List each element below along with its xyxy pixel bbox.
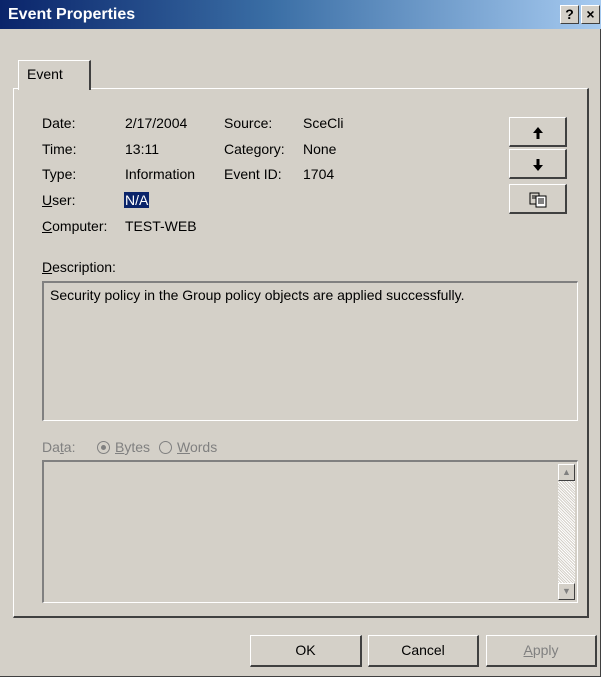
scroll-down-button[interactable]: ▼ bbox=[558, 583, 575, 600]
copy-button[interactable] bbox=[509, 184, 567, 214]
help-button[interactable]: ? bbox=[560, 5, 579, 24]
data-textbox[interactable]: ▲ ▼ bbox=[42, 460, 578, 603]
previous-event-button[interactable] bbox=[509, 117, 567, 147]
user-value[interactable]: N/A bbox=[124, 192, 150, 208]
bytes-radio-label[interactable]: Bytes bbox=[115, 439, 150, 455]
category-value[interactable]: None bbox=[303, 141, 336, 157]
type-value[interactable]: Information bbox=[125, 166, 195, 182]
time-label: Time: bbox=[42, 141, 77, 157]
data-label: Data: bbox=[42, 439, 76, 455]
close-button[interactable]: × bbox=[581, 5, 600, 24]
description-text: Security policy in the Group policy obje… bbox=[50, 287, 465, 303]
category-label: Category: bbox=[224, 141, 285, 157]
source-value[interactable]: SceCli bbox=[303, 115, 343, 131]
scroll-up-button[interactable]: ▲ bbox=[558, 464, 575, 481]
computer-value[interactable]: TEST-WEB bbox=[125, 218, 197, 234]
copy-icon bbox=[529, 192, 546, 208]
tab-event-label: Event bbox=[27, 66, 63, 82]
time-value[interactable]: 13:11 bbox=[125, 141, 159, 157]
date-value[interactable]: 2/17/2004 bbox=[125, 115, 187, 131]
words-radio[interactable] bbox=[159, 441, 172, 454]
title-bar[interactable]: Event Properties ? × bbox=[0, 0, 601, 29]
arrow-down-icon bbox=[532, 158, 543, 171]
user-value-selection: N/A bbox=[124, 192, 150, 208]
window-title: Event Properties bbox=[8, 6, 136, 23]
apply-button[interactable]: Apply bbox=[486, 635, 597, 667]
event-properties-dialog: Event Properties ? × Event Date: Time: T… bbox=[0, 0, 601, 677]
tab-event[interactable]: Event bbox=[18, 60, 91, 90]
date-label: Date: bbox=[42, 115, 76, 131]
radio-selected-dot bbox=[101, 445, 106, 450]
user-label: User: bbox=[42, 192, 76, 208]
bytes-radio[interactable] bbox=[97, 441, 110, 454]
next-event-button[interactable] bbox=[509, 149, 567, 179]
ok-button[interactable]: OK bbox=[250, 635, 362, 667]
source-label: Source: bbox=[224, 115, 273, 131]
eventid-label: Event ID: bbox=[224, 166, 282, 182]
scroll-down-icon: ▼ bbox=[562, 586, 571, 596]
cancel-button[interactable]: Cancel bbox=[368, 635, 479, 667]
eventid-value[interactable]: 1704 bbox=[303, 166, 334, 182]
description-label: Description: bbox=[42, 259, 116, 275]
data-scrollbar[interactable]: ▲ ▼ bbox=[558, 464, 575, 600]
computer-label: Computer: bbox=[42, 218, 108, 234]
type-label: Type: bbox=[42, 166, 77, 182]
words-radio-label[interactable]: Words bbox=[177, 439, 217, 455]
arrow-up-icon bbox=[532, 126, 543, 139]
description-textbox[interactable]: Security policy in the Group policy obje… bbox=[42, 281, 578, 421]
scroll-up-icon: ▲ bbox=[562, 467, 571, 477]
